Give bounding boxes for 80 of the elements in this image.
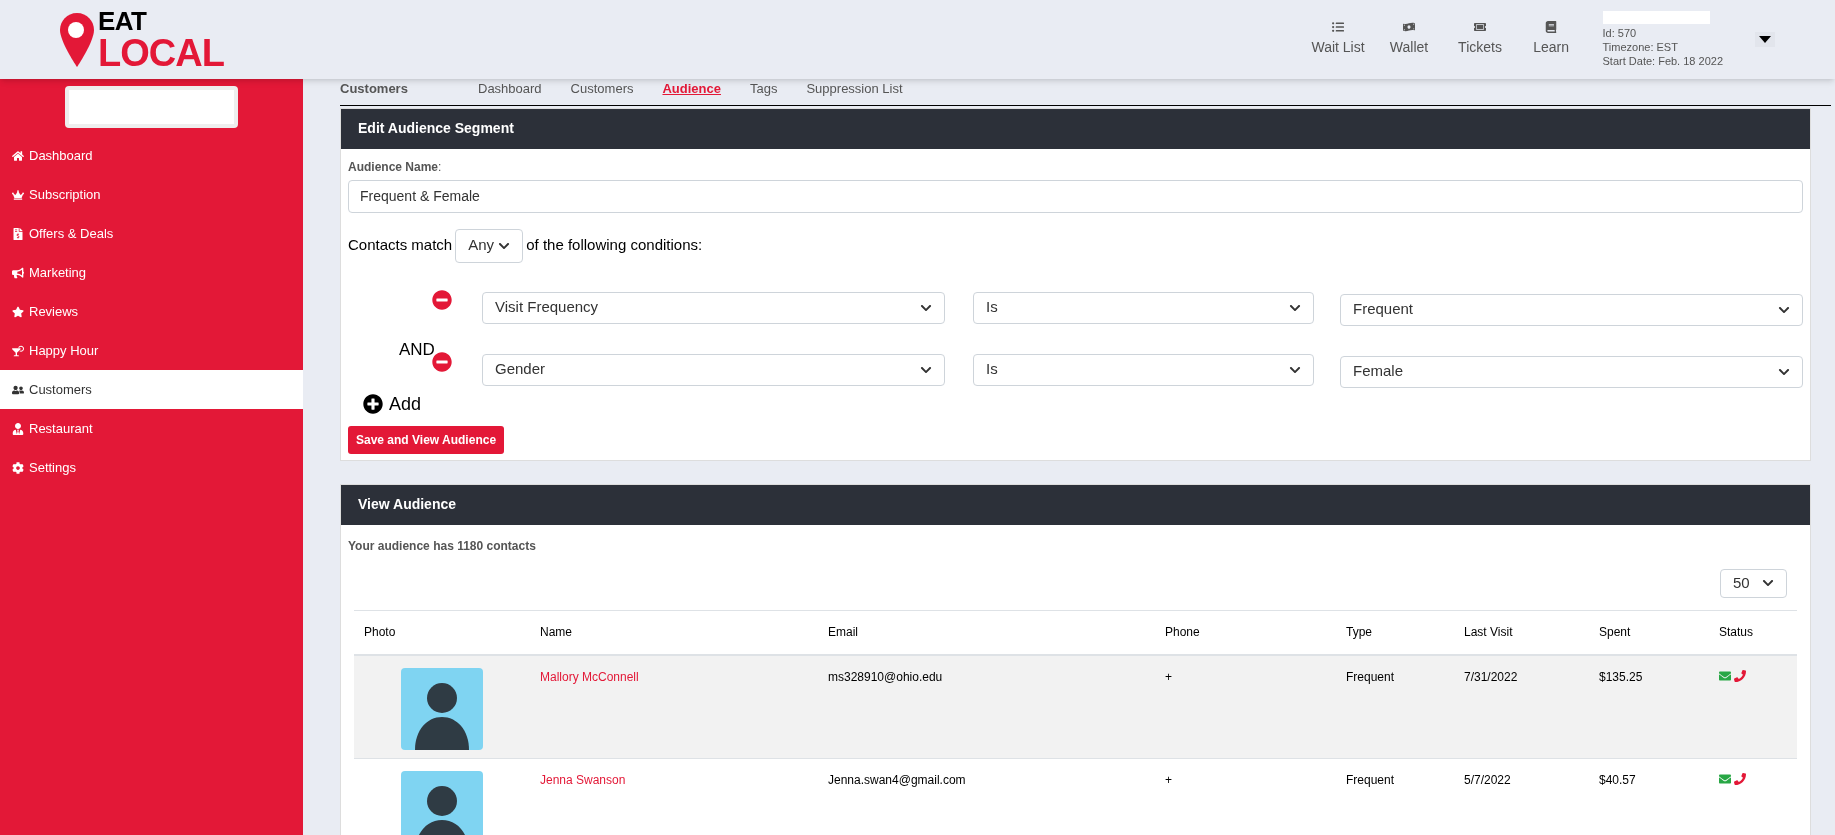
card-header: Edit Audience Segment bbox=[341, 108, 1810, 149]
customer-name-link[interactable]: Jenna Swanson bbox=[530, 770, 818, 789]
column-header: Email bbox=[827, 624, 859, 641]
column-header: Name bbox=[539, 624, 573, 641]
save-button[interactable]: Save and View Audience bbox=[348, 425, 505, 454]
account-info: Start Date: Feb. 18 2022 bbox=[1602, 54, 1723, 68]
account-info: Timezone: EST bbox=[1602, 40, 1679, 54]
money-icon bbox=[1403, 21, 1416, 33]
chef-icon bbox=[12, 422, 24, 435]
table-cell-text: 7/31/2022 bbox=[1463, 668, 1519, 686]
table-cell-text: ms328910@ohio.edu bbox=[827, 668, 944, 686]
location-pin-icon bbox=[60, 12, 94, 67]
column-header: Type bbox=[1345, 624, 1373, 641]
match-label: of the following conditions: bbox=[526, 235, 703, 256]
dropdown[interactable]: Frequent bbox=[1340, 293, 1803, 326]
remove-condition-button[interactable] bbox=[432, 289, 452, 310]
tab[interactable]: Tags bbox=[750, 79, 778, 99]
sidebar-item[interactable]: Offers & Deals bbox=[0, 214, 303, 253]
account-info: Id: 570 bbox=[1602, 26, 1638, 40]
column-header: Photo bbox=[363, 624, 397, 641]
match-label: Contacts match bbox=[348, 235, 453, 256]
nav-link[interactable]: Wallet bbox=[1373, 21, 1445, 58]
tab[interactable]: Audience bbox=[662, 79, 721, 99]
tab[interactable]: Customers bbox=[570, 79, 634, 99]
sidebar-item[interactable]: Happy Hour bbox=[0, 331, 303, 370]
table-cell-text: + bbox=[1164, 771, 1173, 789]
audience-summary: Your audience has 1180 contacts bbox=[348, 537, 537, 555]
house-icon bbox=[12, 149, 24, 162]
table-cell-text: Jenna.swan4@gmail.com bbox=[827, 771, 967, 789]
sidebar-item[interactable]: Settings bbox=[0, 448, 303, 487]
dropdown[interactable]: Any bbox=[455, 228, 524, 263]
column-header: Status bbox=[1718, 624, 1755, 641]
table-cell-text: Frequent bbox=[1345, 668, 1396, 686]
dropdown[interactable]: Female bbox=[1340, 355, 1803, 388]
table-cell-text: $135.25 bbox=[1598, 668, 1644, 686]
crown-icon bbox=[12, 188, 24, 201]
cocktail-icon bbox=[12, 344, 24, 357]
customer-name-link[interactable]: Mallory McConnell bbox=[530, 667, 818, 686]
dropdown[interactable]: 50 bbox=[1720, 568, 1787, 598]
dropdown[interactable]: Gender bbox=[482, 353, 945, 386]
section-title: Customers bbox=[340, 80, 409, 98]
table-cell-text: $40.57 bbox=[1598, 771, 1637, 789]
tab[interactable]: Suppression List bbox=[806, 79, 903, 99]
table-cell-text: Frequent bbox=[1345, 771, 1396, 789]
caret-down-icon bbox=[1759, 36, 1771, 43]
nav-link[interactable]: Wait List bbox=[1302, 21, 1374, 58]
remove-condition-button[interactable] bbox=[432, 351, 452, 372]
sidebar-item[interactable]: Subscription bbox=[0, 175, 303, 214]
logo[interactable]: EAT LOCAL bbox=[60, 7, 225, 72]
dropdown[interactable]: Is bbox=[973, 353, 1314, 386]
settings-icon bbox=[12, 461, 24, 474]
document-icon bbox=[12, 227, 24, 240]
colon: : bbox=[438, 159, 442, 174]
sidebar-item[interactable]: Reviews bbox=[0, 292, 303, 331]
books-icon bbox=[1545, 21, 1558, 33]
input-field[interactable]: Frequent & Female bbox=[348, 179, 1803, 213]
chevron-down-icon bbox=[1762, 577, 1774, 589]
sidebar-item[interactable]: Dashboard bbox=[0, 136, 303, 175]
table-cell-text: 5/7/2022 bbox=[1463, 771, 1512, 789]
ticket-icon bbox=[1474, 21, 1487, 33]
sidebar-item[interactable]: Marketing bbox=[0, 253, 303, 292]
people-icon bbox=[12, 383, 24, 396]
dropdown[interactable]: Is bbox=[973, 291, 1314, 324]
nav-link[interactable]: Learn bbox=[1515, 21, 1587, 58]
sidebar-item[interactable]: Customers bbox=[0, 370, 303, 409]
column-header: Phone bbox=[1164, 624, 1201, 641]
tab[interactable]: Dashboard bbox=[478, 79, 542, 99]
column-header: Last Visit bbox=[1463, 624, 1514, 641]
add-condition-button[interactable]: Add bbox=[363, 390, 422, 418]
megaphone-icon bbox=[12, 266, 24, 279]
column-header: Spent bbox=[1598, 624, 1632, 641]
table-cell-text: + bbox=[1164, 668, 1173, 686]
sidebar-item[interactable]: Restaurant bbox=[0, 409, 303, 448]
nav-link[interactable]: Tickets bbox=[1444, 21, 1516, 58]
star-icon bbox=[12, 305, 24, 318]
account-menu-button[interactable] bbox=[1755, 32, 1775, 47]
plus-icon bbox=[363, 394, 383, 414]
card-header: View Audience bbox=[341, 484, 1810, 525]
dropdown[interactable]: Visit Frequency bbox=[482, 291, 945, 324]
list-icon bbox=[1332, 21, 1345, 33]
